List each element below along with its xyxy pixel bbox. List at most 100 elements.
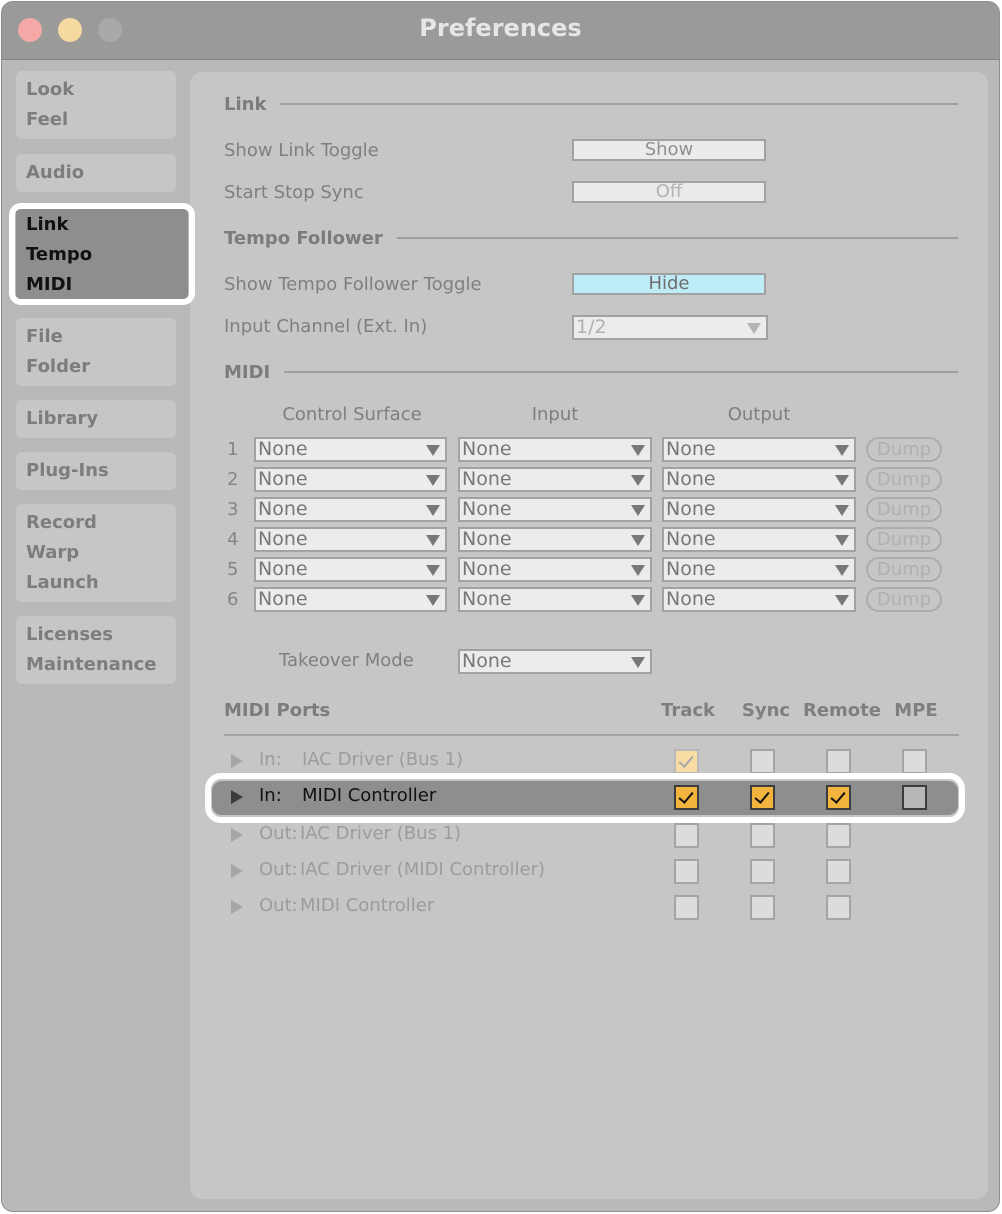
- dump-button[interactable]: Dump: [866, 467, 942, 492]
- input-dropdown[interactable]: None: [458, 587, 652, 612]
- dump-button[interactable]: Dump: [866, 497, 942, 522]
- input-dropdown[interactable]: None: [458, 497, 652, 522]
- input-channel-dropdown[interactable]: 1/2: [572, 315, 768, 340]
- control-surface-dropdown[interactable]: None: [254, 437, 447, 462]
- mpe-checkbox[interactable]: [902, 749, 927, 774]
- remote-checkbox[interactable]: [826, 895, 851, 920]
- port-direction: Out:: [259, 859, 298, 880]
- sidebar-item-label: Library: [26, 408, 99, 429]
- chevron-down-icon: [835, 505, 849, 516]
- output-dropdown[interactable]: None: [662, 467, 856, 492]
- sidebar-item-label: Folder: [26, 356, 91, 377]
- port-direction: In:: [259, 749, 282, 770]
- expand-triangle-icon[interactable]: [231, 790, 243, 804]
- control-surface-dropdown[interactable]: None: [254, 527, 447, 552]
- title-bar: Preferences: [2, 2, 999, 60]
- window-title: Preferences: [419, 14, 582, 42]
- sidebar-group-plugins[interactable]: Plug-Ins: [16, 452, 176, 490]
- chevron-down-icon: [747, 323, 761, 334]
- control-surface-dropdown[interactable]: None: [254, 497, 447, 522]
- control-surface-dropdown[interactable]: None: [254, 557, 447, 582]
- chevron-down-icon: [631, 475, 645, 486]
- chevron-down-icon: [835, 565, 849, 576]
- sidebar-group-library[interactable]: Library: [16, 400, 176, 438]
- output-dropdown[interactable]: None: [662, 587, 856, 612]
- column-control-surface: Control Surface: [282, 404, 422, 425]
- remote-checkbox[interactable]: [826, 823, 851, 848]
- output-value: None: [666, 558, 716, 580]
- expand-triangle-icon[interactable]: [231, 754, 243, 768]
- start-stop-sync-button[interactable]: Off: [572, 181, 766, 203]
- column-sync: Sync: [741, 700, 791, 721]
- dump-button[interactable]: Dump: [866, 527, 942, 552]
- sidebar-group-link[interactable]: Link Tempo MIDI: [16, 206, 188, 304]
- chevron-down-icon: [426, 595, 440, 606]
- sidebar-item-label: Launch: [26, 572, 99, 593]
- input-value: None: [462, 558, 512, 580]
- sync-checkbox[interactable]: [750, 859, 775, 884]
- chevron-down-icon: [426, 505, 440, 516]
- sidebar-group-file[interactable]: File Folder: [16, 318, 176, 386]
- chevron-down-icon: [631, 657, 645, 668]
- track-checkbox[interactable]: [674, 785, 699, 810]
- input-dropdown[interactable]: None: [458, 527, 652, 552]
- output-dropdown[interactable]: None: [662, 557, 856, 582]
- sync-checkbox[interactable]: [750, 895, 775, 920]
- sidebar-item-label: Plug-Ins: [26, 460, 109, 481]
- port-name: MIDI Controller: [300, 895, 435, 916]
- sidebar-item-label: Licenses: [26, 624, 113, 645]
- column-remote: Remote: [802, 700, 881, 721]
- sync-checkbox[interactable]: [750, 785, 775, 810]
- mpe-checkbox[interactable]: [902, 785, 927, 810]
- control-surface-value: None: [258, 558, 308, 580]
- output-dropdown[interactable]: None: [662, 497, 856, 522]
- track-checkbox[interactable]: [674, 859, 699, 884]
- input-value: None: [462, 528, 512, 550]
- start-stop-sync-label: Start Stop Sync: [224, 182, 364, 203]
- control-surface-dropdown[interactable]: None: [254, 467, 447, 492]
- dump-button[interactable]: Dump: [866, 557, 942, 582]
- show-tempo-follower-toggle-button[interactable]: Hide: [572, 273, 766, 295]
- track-checkbox[interactable]: [674, 823, 699, 848]
- remote-checkbox[interactable]: [826, 785, 851, 810]
- expand-triangle-icon[interactable]: [231, 828, 243, 842]
- section-tempo-follower: Tempo Follower: [224, 226, 958, 250]
- output-dropdown[interactable]: None: [662, 437, 856, 462]
- dump-button[interactable]: Dump: [866, 587, 942, 612]
- track-checkbox[interactable]: [674, 895, 699, 920]
- remote-checkbox[interactable]: [826, 859, 851, 884]
- sidebar-item-label: Record: [26, 512, 97, 533]
- chevron-down-icon: [835, 535, 849, 546]
- input-dropdown[interactable]: None: [458, 557, 652, 582]
- column-output: Output: [727, 404, 791, 425]
- output-dropdown[interactable]: None: [662, 527, 856, 552]
- control-surface-value: None: [258, 498, 308, 520]
- chevron-down-icon: [835, 595, 849, 606]
- divider: [284, 371, 958, 373]
- sync-checkbox[interactable]: [750, 749, 775, 774]
- sidebar-group-record[interactable]: Record Warp Launch: [16, 504, 176, 602]
- sidebar-group-look[interactable]: Look Feel: [16, 71, 176, 139]
- output-value: None: [666, 498, 716, 520]
- input-dropdown[interactable]: None: [458, 437, 652, 462]
- input-dropdown[interactable]: None: [458, 467, 652, 492]
- takeover-mode-dropdown[interactable]: None: [458, 649, 652, 674]
- expand-triangle-icon[interactable]: [231, 900, 243, 914]
- sidebar-group-audio[interactable]: Audio: [16, 154, 176, 192]
- checkmark-icon: [678, 788, 694, 804]
- section-link-title: Link: [224, 93, 267, 115]
- show-link-toggle-button[interactable]: Show: [572, 139, 766, 161]
- control-surface-dropdown[interactable]: None: [254, 587, 447, 612]
- track-checkbox[interactable]: [674, 749, 699, 774]
- takeover-mode-value: None: [462, 650, 512, 672]
- row-number: 6: [227, 589, 239, 610]
- control-surface-value: None: [258, 468, 308, 490]
- sync-checkbox[interactable]: [750, 823, 775, 848]
- expand-triangle-icon[interactable]: [231, 864, 243, 878]
- section-midi: MIDI: [224, 360, 958, 384]
- checkmark-icon: [754, 788, 770, 804]
- port-direction: Out:: [259, 895, 298, 916]
- sidebar-group-licenses[interactable]: Licenses Maintenance: [16, 616, 176, 684]
- remote-checkbox[interactable]: [826, 749, 851, 774]
- dump-button[interactable]: Dump: [866, 437, 942, 462]
